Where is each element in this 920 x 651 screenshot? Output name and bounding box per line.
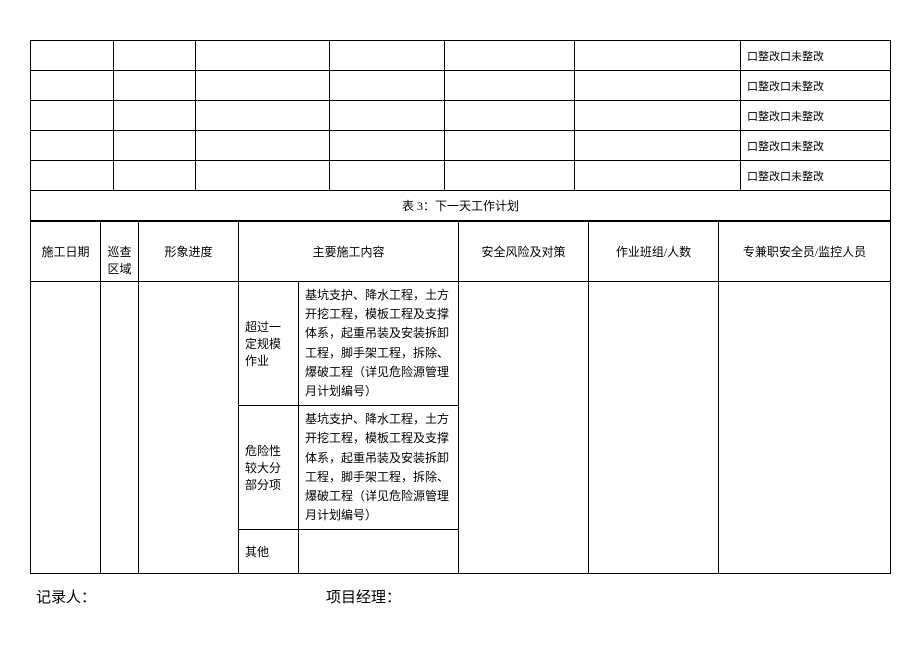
status-row: 口整改口未整改 (31, 101, 891, 131)
content-desc: 基坑支护、降水工程，土方开挖工程，模板工程及支撑体系，起重吊装及安装拆卸工程，脚… (299, 282, 459, 406)
plan-row: 超过一定规模作业 基坑支护、降水工程，土方开挖工程，模板工程及支撑体系，起重吊装… (31, 282, 891, 406)
section-header: 表 3：下一天工作计划 (31, 191, 891, 221)
status-checkbox: 口整改口未整改 (741, 41, 891, 71)
col-team: 作业班组/人数 (589, 222, 719, 282)
col-area: 巡查区域 (101, 222, 139, 282)
sub-label: 超过一定规模作业 (239, 282, 299, 406)
col-progress: 形象进度 (139, 222, 239, 282)
plan-table: 施工日期 巡查区域 形象进度 主要施工内容 安全风险及对策 作业班组/人数 专兼… (30, 221, 891, 574)
col-content: 主要施工内容 (239, 222, 459, 282)
status-row: 口整改口未整改 (31, 41, 891, 71)
content-desc (299, 530, 459, 574)
status-row: 口整改口未整改 (31, 161, 891, 191)
section-header-row: 表 3：下一天工作计划 (31, 191, 891, 221)
content-desc: 基坑支护、降水工程，土方开挖工程，模板工程及支撑体系，起重吊装及安装拆卸工程，脚… (299, 406, 459, 530)
plan-header-row: 施工日期 巡查区域 形象进度 主要施工内容 安全风险及对策 作业班组/人数 专兼… (31, 222, 891, 282)
status-checkbox: 口整改口未整改 (741, 161, 891, 191)
col-safety: 专兼职安全员/监控人员 (719, 222, 891, 282)
sub-label: 危险性较大分部分项 (239, 406, 299, 530)
signature-manager: 项目经理： (326, 586, 401, 607)
signature-row: 记录人： 项目经理： (30, 586, 890, 607)
signature-recorder: 记录人： (36, 586, 326, 607)
status-checkbox: 口整改口未整改 (741, 71, 891, 101)
status-checkbox: 口整改口未整改 (741, 131, 891, 161)
sub-label: 其他 (239, 530, 299, 574)
status-row: 口整改口未整改 (31, 131, 891, 161)
col-risk: 安全风险及对策 (459, 222, 589, 282)
status-row: 口整改口未整改 (31, 71, 891, 101)
col-date: 施工日期 (31, 222, 101, 282)
top-status-table: 口整改口未整改 口整改口未整改 口整改口未整改 口整改口未整改 口整改口未整改 … (30, 40, 891, 221)
status-checkbox: 口整改口未整改 (741, 101, 891, 131)
